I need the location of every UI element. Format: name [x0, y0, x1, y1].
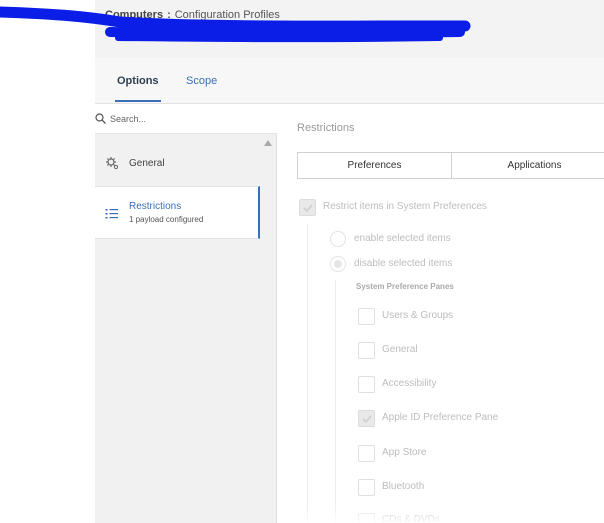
radio-enable-label: enable selected items — [354, 233, 451, 244]
search-row — [95, 104, 277, 134]
pane-label: Bluetooth — [382, 481, 425, 492]
pane-label: App Store — [382, 447, 427, 458]
search-input[interactable] — [110, 110, 265, 128]
breadcrumb-root[interactable]: Computers — [105, 9, 163, 21]
pane-label: Users & Groups — [382, 310, 454, 321]
pane-label: General — [382, 344, 418, 355]
left-blank-area — [0, 0, 95, 523]
panes-heading: System Preference Panes — [356, 282, 454, 291]
payload-sidebar: General Restrictions 1 payload configure… — [95, 104, 277, 523]
tab-scope[interactable]: Scope — [186, 75, 217, 87]
payload-item-general[interactable]: General — [95, 140, 260, 186]
indent-guide — [335, 280, 336, 523]
pane-checkbox-users-groups[interactable] — [358, 308, 375, 325]
breadcrumb-current: Configuration Profiles — [174, 9, 280, 21]
pane-label: Accessibility — [382, 378, 437, 389]
section-title: Restrictions — [297, 122, 355, 134]
radio-disable-label: disable selected items — [354, 258, 453, 269]
segment-preferences[interactable]: Preferences — [298, 153, 452, 178]
list-icon — [105, 209, 118, 219]
sidebar-scrollbar[interactable] — [261, 140, 275, 523]
segmented-control: Preferences Applications — [297, 152, 604, 179]
search-icon — [95, 113, 106, 124]
tab-bar: Options Scope — [95, 58, 604, 104]
pane-label: Apple ID Preference Pane — [382, 412, 499, 423]
breadcrumb: Computers: Configuration Profiles — [105, 9, 280, 21]
pane-checkbox-general[interactable] — [358, 342, 375, 359]
pane-checkbox-app-store[interactable] — [358, 445, 375, 462]
pane-checkbox-bluetooth[interactable] — [358, 479, 375, 496]
radio-disable[interactable] — [330, 256, 346, 272]
restrict-label: Restrict items in System Preferences — [323, 201, 487, 212]
radio-enable[interactable] — [330, 231, 346, 247]
pane-checkbox-apple-id[interactable] — [358, 410, 375, 427]
pane-label: CDs & DVDs — [382, 514, 440, 523]
pane-checkbox-accessibility[interactable] — [358, 376, 375, 393]
scroll-up-arrow-icon[interactable] — [264, 140, 272, 146]
payload-title-restrictions: Restrictions — [129, 201, 182, 212]
checkmark-icon — [362, 415, 372, 424]
payload-editor: Restrictions Preferences Applications Re… — [278, 104, 604, 523]
page-header: Computers: Configuration Profiles — [95, 0, 604, 58]
payload-subtitle-restrictions: 1 payload configured — [129, 215, 204, 224]
indent-guide — [307, 224, 308, 523]
tab-options[interactable]: Options — [115, 75, 161, 102]
payload-title-general: General — [129, 158, 165, 169]
pane-checkbox-cds-dvds[interactable] — [358, 513, 375, 523]
payload-item-restrictions[interactable]: Restrictions 1 payload configured — [95, 186, 260, 239]
gear-icon — [106, 157, 119, 170]
checkmark-icon — [303, 204, 313, 213]
segment-applications[interactable]: Applications — [452, 153, 604, 178]
breadcrumb-separator: : — [167, 9, 171, 21]
restrict-checkbox[interactable] — [299, 199, 316, 216]
